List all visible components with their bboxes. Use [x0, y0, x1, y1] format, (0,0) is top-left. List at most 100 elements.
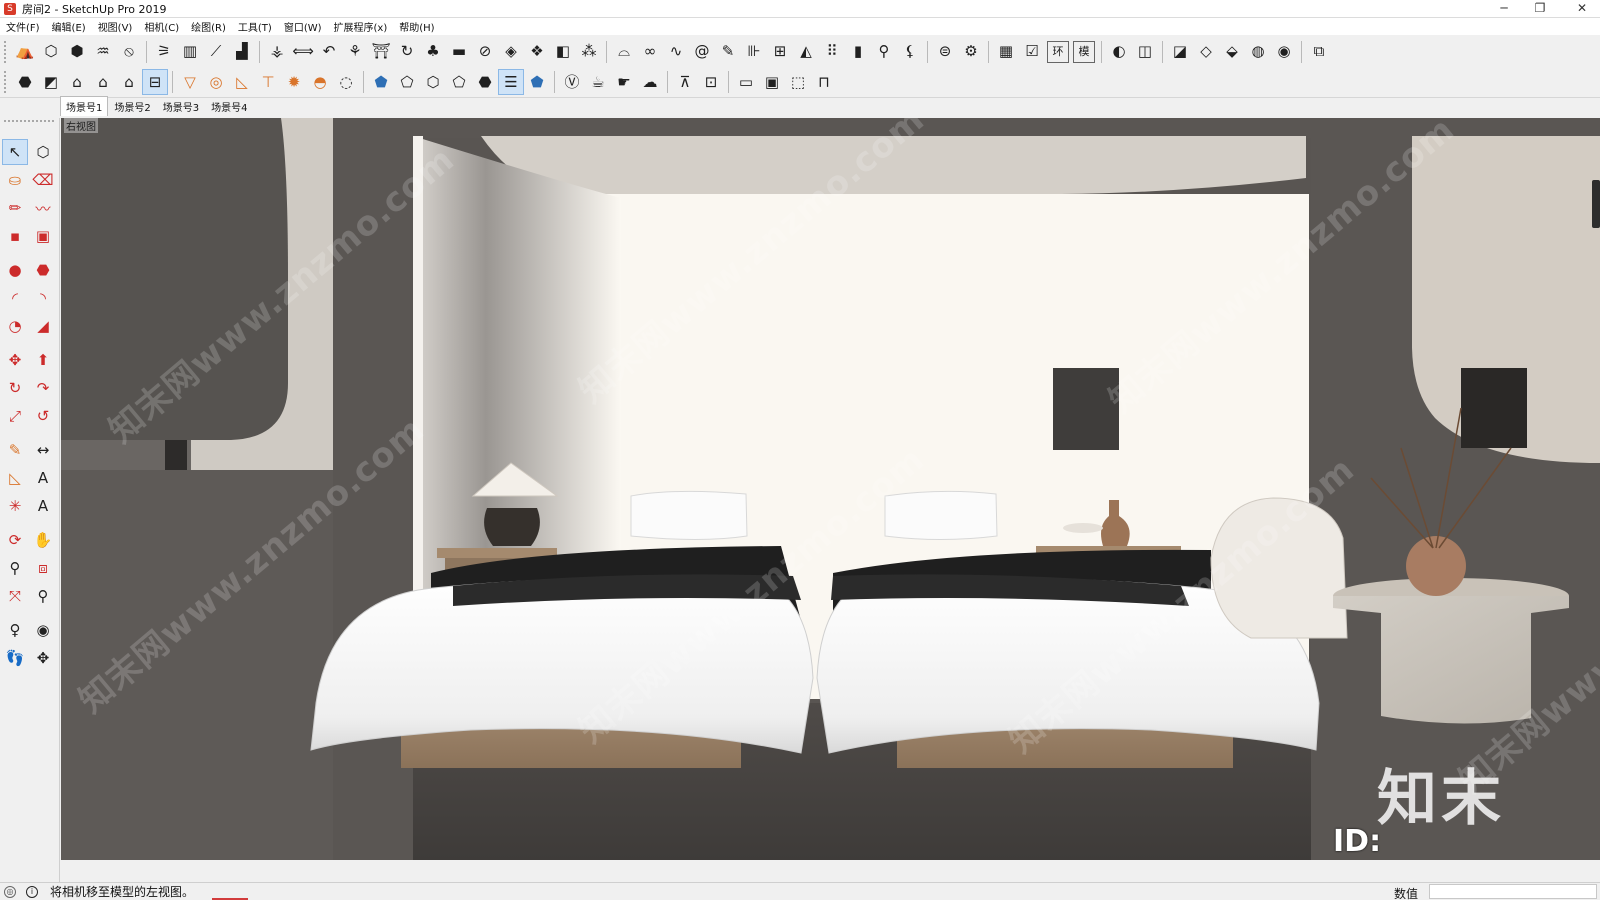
scale-icon[interactable]: ⤢	[2, 403, 28, 429]
gear-icon[interactable]: ⚙	[958, 39, 984, 65]
array-icon[interactable]: ⠿	[819, 39, 845, 65]
hand-render-icon[interactable]: ☛	[611, 69, 637, 95]
axes-tool-icon[interactable]: ✳	[2, 493, 28, 519]
no-entry-icon[interactable]: ⦸	[116, 39, 142, 65]
offset-tool-icon[interactable]: ↺	[30, 403, 56, 429]
rotated-rect-icon[interactable]: ▣	[30, 223, 56, 249]
style-layers-icon[interactable]: ☰	[498, 69, 524, 95]
toolbar-grip[interactable]	[4, 40, 9, 63]
toolbar-grip[interactable]	[4, 71, 9, 93]
cloud-icon[interactable]: ☁	[637, 69, 663, 95]
menu-item-3[interactable]: 相机(C)	[144, 19, 179, 34]
style-shaded-icon[interactable]: ⬟	[368, 69, 394, 95]
section-plane-icon[interactable]: ▽	[177, 69, 203, 95]
dome-icon[interactable]: ◓	[307, 69, 333, 95]
sweep-icon[interactable]: ⚸	[897, 39, 923, 65]
scene-tab-2[interactable]: 场景号2	[108, 96, 156, 116]
orbit-icon[interactable]: ⟳	[2, 527, 28, 553]
cpu-icon[interactable]: ⊜	[932, 39, 958, 65]
menu-item-7[interactable]: 扩展程序(x)	[334, 19, 388, 34]
freehand-icon[interactable]: 〰	[30, 195, 56, 221]
hanger-icon[interactable]: ⚶	[264, 39, 290, 65]
protractor-icon[interactable]: ◺	[229, 69, 255, 95]
scene-tab-3[interactable]: 场景号3	[157, 96, 205, 116]
slab-icon[interactable]: ▬	[446, 39, 472, 65]
menu-item-0[interactable]: 文件(F)	[6, 19, 40, 34]
maximize-button[interactable]: ❐	[1522, 0, 1558, 18]
frame-buffer-icon[interactable]: ▭	[733, 69, 759, 95]
menu-item-8[interactable]: 帮助(H)	[399, 19, 434, 34]
grid-layer-icon[interactable]: ◈	[498, 39, 524, 65]
table-icon[interactable]: ▦	[993, 39, 1019, 65]
arch-icon[interactable]: ⌓	[611, 39, 637, 65]
back-view-icon[interactable]: ⌂	[116, 69, 142, 95]
geo-location-icon[interactable]: ◎	[4, 885, 16, 898]
model-viewport[interactable]: 右视图 知末网www.znzmo.com 知末网www.znzmo.com 知末…	[61, 118, 1600, 860]
offset-icon[interactable]: ◎	[203, 69, 229, 95]
compass-icon[interactable]: ⚲	[871, 39, 897, 65]
grass-icon[interactable]: ♒	[90, 39, 116, 65]
text-tool-icon[interactable]: A	[30, 465, 56, 491]
menu-item-6[interactable]: 窗口(W)	[284, 19, 322, 34]
close-button[interactable]: ✕	[1564, 0, 1600, 18]
lock-icon[interactable]: ⊓	[811, 69, 837, 95]
chain-icon[interactable]: ∞	[637, 39, 663, 65]
layers-icon[interactable]: ❖	[524, 39, 550, 65]
textured-icon[interactable]: ◉	[1271, 39, 1297, 65]
frame-icon[interactable]: ⛩	[368, 39, 394, 65]
zoom-extents-icon[interactable]: ⤧	[2, 583, 28, 609]
zoom-icon[interactable]: ⚲	[2, 555, 28, 581]
vray-icon[interactable]: Ⓥ	[559, 69, 585, 95]
tree-icon[interactable]: ♣	[420, 39, 446, 65]
beam-icon[interactable]: ⟺	[290, 39, 316, 65]
menu-item-4[interactable]: 绘图(R)	[191, 19, 226, 34]
light-panel-icon[interactable]: ⊡	[698, 69, 724, 95]
spiral-icon[interactable]: @	[689, 39, 715, 65]
monochrome-icon[interactable]: ◌	[333, 69, 359, 95]
line-tool-icon[interactable]: ⟋	[203, 39, 229, 65]
style-color-icon[interactable]: ⬟	[524, 69, 550, 95]
3d-text-icon[interactable]: A	[30, 493, 56, 519]
previous-view-icon[interactable]: ⚲	[30, 583, 56, 609]
env-icon[interactable]: 环	[1047, 40, 1069, 63]
menu-item-5[interactable]: 工具(T)	[238, 19, 272, 34]
panel-icon[interactable]: ▮	[845, 39, 871, 65]
push-pull-icon[interactable]: ⬆	[30, 347, 56, 373]
style-solid-icon[interactable]: ⬣	[472, 69, 498, 95]
front-view-icon[interactable]: ⌂	[64, 69, 90, 95]
column-icon[interactable]: ▥	[177, 39, 203, 65]
pan-icon[interactable]: ✋	[30, 527, 56, 553]
teapot-icon[interactable]: ☕	[585, 69, 611, 95]
info-icon[interactable]: i	[26, 885, 38, 898]
two-point-arc-icon[interactable]: ◝	[30, 285, 56, 311]
menu-item-1[interactable]: 编辑(E)	[52, 19, 86, 34]
bar-chart-icon[interactable]: ▟	[229, 39, 255, 65]
right-view-icon[interactable]: ⌂	[90, 69, 116, 95]
rotate-icon[interactable]: ↻	[2, 375, 28, 401]
scene-tab-1[interactable]: 场景号1	[60, 96, 109, 116]
railing-icon[interactable]: ⊞	[767, 39, 793, 65]
zoom-window-icon[interactable]: ⧈	[30, 555, 56, 581]
follow-me-icon[interactable]: ↷	[30, 375, 56, 401]
palette-grip[interactable]	[4, 120, 54, 124]
light-icon[interactable]: ⊼	[672, 69, 698, 95]
bend-icon[interactable]: ↶	[316, 39, 342, 65]
shadow-icon[interactable]: ◐	[1106, 39, 1132, 65]
component-options-icon[interactable]: ⧉	[1306, 39, 1332, 65]
mirror-icon[interactable]: ◭	[793, 39, 819, 65]
curl-icon[interactable]: ↻	[394, 39, 420, 65]
menu-item-2[interactable]: 视图(V)	[98, 19, 133, 34]
pencil-icon[interactable]: ✏	[2, 195, 28, 221]
model-icon[interactable]: 模	[1073, 40, 1095, 63]
shaded-icon[interactable]: ◍	[1245, 39, 1271, 65]
pie-icon[interactable]: ◔	[2, 313, 28, 339]
wireframe-icon[interactable]: ◇	[1193, 39, 1219, 65]
iso-view-icon[interactable]: ⬣	[12, 69, 38, 95]
render-region-icon[interactable]: ⬚	[785, 69, 811, 95]
protractor-tool-icon[interactable]: ◺	[2, 465, 28, 491]
scene-tab-4[interactable]: 场景号4	[205, 96, 253, 116]
polygon-icon[interactable]: ⬣	[30, 257, 56, 283]
dimension-icon[interactable]: ↔	[30, 437, 56, 463]
top-view-icon[interactable]: ◩	[38, 69, 64, 95]
box-icon[interactable]: ⬡	[38, 39, 64, 65]
